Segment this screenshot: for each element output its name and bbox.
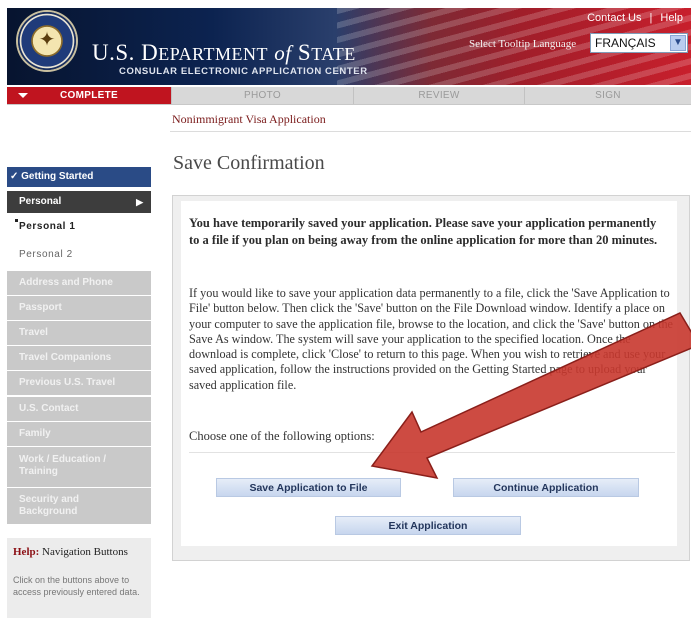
sidebar-item-label: Previous U.S. Travel — [19, 377, 116, 388]
sidebar-item-label: Work / Education / Training — [19, 454, 107, 477]
help-title: Help: Navigation Buttons — [13, 546, 128, 558]
tooltip-language-select[interactable]: FRANÇAIS ▼ — [590, 33, 688, 53]
options-divider — [189, 452, 675, 453]
save-application-to-file-button[interactable]: Save Application to File — [216, 478, 401, 497]
sidebar-item-personal[interactable]: Personal ▶ — [7, 191, 151, 213]
step-review-label: REVIEW — [418, 90, 460, 101]
sidebar-item-security-and-background: Security and Background — [7, 488, 151, 524]
step-review[interactable]: REVIEW — [354, 87, 524, 104]
options-prompt: Choose one of the following options: — [189, 429, 375, 443]
current-page-bullet-icon — [15, 219, 18, 222]
save-instructions: If you would like to save your applicati… — [189, 286, 673, 392]
chevron-down-icon[interactable]: ▼ — [670, 35, 686, 51]
header-links: Contact Us | Help — [587, 12, 683, 24]
content-inner: You have temporarily saved your applicat… — [181, 201, 677, 546]
sidebar-item-label: Travel Companions — [19, 352, 112, 363]
sidebar-item-label: Travel — [19, 327, 48, 338]
site-header: ✦ U.S. DEPARTMENT of STATE CONSULAR ELEC… — [7, 8, 691, 85]
help-panel: Help: Navigation Buttons Click on the bu… — [7, 538, 151, 618]
step-complete-label: COMPLETE — [60, 90, 118, 101]
page-title: Save Confirmation — [173, 152, 325, 174]
triangle-down-icon — [18, 93, 28, 98]
tooltip-language-label: Select Tooltip Language — [469, 38, 577, 50]
seal-icon[interactable]: ✦ — [18, 12, 76, 70]
help-link[interactable]: Help — [660, 12, 683, 24]
chevron-right-icon: ▶ — [136, 197, 143, 207]
site-logo-text[interactable]: U.S. DEPARTMENT of STATE — [92, 40, 356, 66]
breadcrumb-divider — [170, 131, 691, 132]
sidebar-item-previous-us-travel: Previous U.S. Travel — [7, 371, 151, 395]
help-title-label: Help: — [13, 546, 40, 558]
sidebar-item-travel: Travel — [7, 321, 151, 345]
sidebar-item-label: ✓ Getting Started — [10, 171, 94, 182]
breadcrumb: Nonimmigrant Visa Application — [172, 112, 326, 126]
sidebar-item-personal-1[interactable]: Personal 1 — [7, 216, 151, 238]
sidebar-item-label: Personal — [19, 196, 62, 207]
sidebar-item-label: Personal 2 — [19, 249, 73, 260]
step-photo-label: PHOTO — [244, 90, 281, 101]
step-complete[interactable]: COMPLETE — [7, 87, 171, 104]
contact-us-link[interactable]: Contact Us — [587, 12, 641, 24]
sidebar-item-label: Address and Phone — [19, 277, 113, 288]
tooltip-language-value: FRANÇAIS — [595, 36, 656, 50]
sidebar-item-label: U.S. Contact — [19, 403, 79, 414]
sidebar-item-passport: Passport — [7, 296, 151, 320]
sidebar-item-work-education-training: Work / Education / Training — [7, 447, 151, 487]
eagle-icon: ✦ — [38, 29, 56, 51]
progress-bar: COMPLETE PHOTO REVIEW SIGN — [7, 87, 691, 105]
exit-application-button[interactable]: Exit Application — [335, 516, 521, 535]
sidebar-item-address-and-phone: Address and Phone — [7, 271, 151, 295]
continue-application-button[interactable]: Continue Application — [453, 478, 639, 497]
content-panel: You have temporarily saved your applicat… — [172, 195, 690, 561]
sidebar-item-us-contact: U.S. Contact — [7, 397, 151, 421]
sidebar-item-label: Family — [19, 428, 51, 439]
step-sign[interactable]: SIGN — [525, 87, 691, 104]
sidebar-item-travel-companions: Travel Companions — [7, 346, 151, 370]
sidebar-item-personal-2[interactable]: Personal 2 — [7, 244, 151, 266]
sidebar-item-label: Personal 1 — [19, 221, 76, 232]
link-separator: | — [649, 12, 653, 24]
sidebar-item-label: Passport — [19, 302, 62, 313]
temporary-save-message: You have temporarily saved your applicat… — [189, 216, 658, 247]
step-photo[interactable]: PHOTO — [172, 87, 353, 104]
sidebar-item-getting-started[interactable]: ✓ Getting Started — [7, 167, 151, 187]
step-sign-label: SIGN — [595, 90, 621, 101]
site-subtitle: CONSULAR ELECTRONIC APPLICATION CENTER — [119, 66, 368, 77]
help-title-topic: Navigation Buttons — [39, 546, 128, 558]
help-text: Click on the buttons above to access pre… — [13, 575, 140, 597]
sidebar-item-family: Family — [7, 422, 151, 446]
sidebar-item-label: Security and Background — [19, 494, 80, 517]
